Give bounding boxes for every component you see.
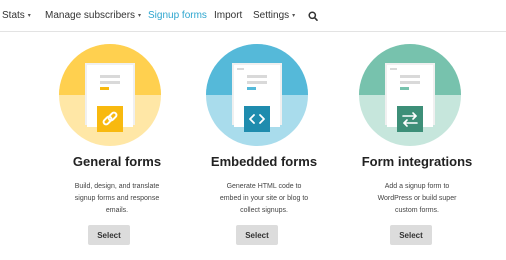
embedded-forms-illustration — [206, 44, 308, 146]
description-line: Generate HTML code to — [226, 183, 302, 190]
form-integrations-illustration — [359, 44, 461, 146]
description-line: collect signups. — [240, 207, 288, 214]
nav-item-manage-subscribers[interactable]: Manage subscribers ▾ — [45, 10, 141, 22]
nav-item-label: Settings — [253, 10, 290, 21]
select-form-integrations-button[interactable]: Select — [390, 225, 432, 245]
card-general-forms: General forms Build, design, and transla… — [42, 44, 192, 256]
nav-item-label: Signup forms — [148, 10, 207, 21]
top-navigation: Stats ▾ Manage subscribers ▾ Signup forms … — [0, 0, 506, 32]
code-icon — [244, 106, 270, 132]
description-line: emails. — [105, 207, 129, 214]
nav-item-import[interactable]: Import — [214, 10, 242, 22]
card-description: Add a signup form to WordPress or build … — [337, 181, 497, 217]
card-title: Form integrations — [361, 154, 473, 169]
card-form-integrations: Form integrations Add a signup form to W… — [342, 44, 492, 256]
nav-item-label: Import — [214, 10, 243, 21]
nav-item-label: Manage subscribers — [45, 10, 136, 21]
description-line: Build, design, and translate — [74, 183, 160, 190]
nav-item-signup-forms[interactable]: Signup forms — [148, 10, 207, 22]
card-embedded-forms: Embedded forms Generate HTML code to emb… — [189, 44, 339, 256]
chevron-down-icon: ▾ — [27, 13, 31, 19]
exchange-arrows-icon — [397, 106, 423, 132]
chevron-down-icon: ▾ — [138, 13, 142, 19]
select-general-forms-button[interactable]: Select — [88, 225, 130, 245]
nav-item-stats[interactable]: Stats ▾ — [2, 10, 31, 22]
general-forms-illustration — [59, 44, 161, 146]
description-line: signup forms and response — [74, 195, 160, 202]
select-embedded-forms-button[interactable]: Select — [236, 225, 278, 245]
description-line: WordPress or build super — [377, 195, 457, 202]
chevron-down-icon: ▾ — [292, 13, 296, 19]
nav-item-label: Stats — [2, 10, 25, 21]
nav-item-settings[interactable]: Settings ▾ — [253, 10, 295, 22]
description-line: embed in your site or blog to — [219, 195, 309, 202]
search-icon[interactable] — [308, 10, 318, 22]
card-description: Build, design, and translate signup form… — [37, 181, 197, 217]
card-description: Generate HTML code to embed in your site… — [184, 181, 344, 217]
description-line: Add a signup form to — [384, 183, 450, 190]
description-line: custom forms. — [395, 207, 439, 214]
